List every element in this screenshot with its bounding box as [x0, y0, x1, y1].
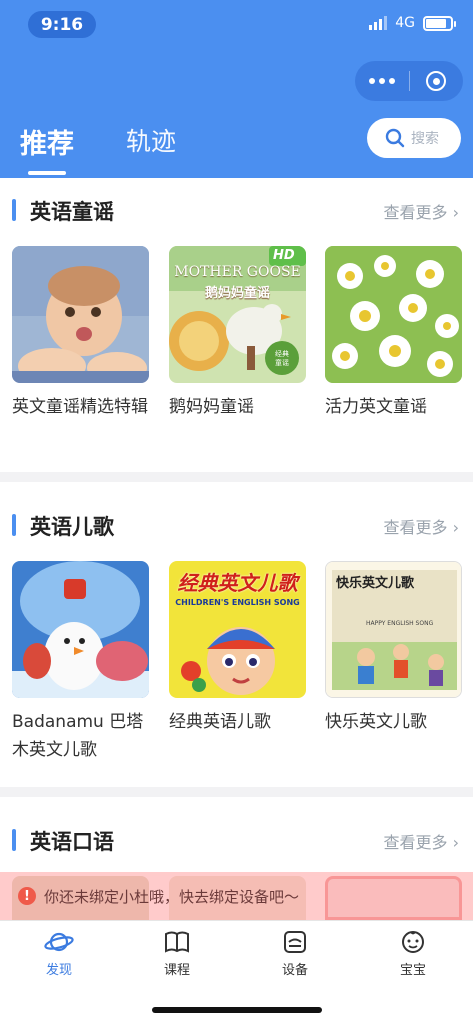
- tab-device[interactable]: 设备: [255, 929, 335, 978]
- album-title: 经典英语儿歌: [169, 712, 271, 732]
- tab-label: 宝宝: [399, 963, 426, 978]
- section-accent-bar: [12, 829, 16, 851]
- bind-device-notice[interactable]: ! 你还未绑定小杜哦，快去绑定设备吧～: [0, 872, 473, 920]
- section-title-nursery-rhymes: 英语童谣: [30, 200, 114, 224]
- signal-icon: [369, 16, 388, 30]
- album-card[interactable]: Badanamu 巴塔木英文儿歌: [12, 561, 149, 764]
- book-icon: [165, 931, 189, 953]
- album-title: 鹅妈妈童谣: [169, 397, 254, 417]
- tab-baby[interactable]: 宝宝: [373, 929, 453, 978]
- album-card[interactable]: 英文童谣精选特辑: [12, 246, 149, 421]
- album-card[interactable]: 经典英文儿歌 CHILDREN'S ENGLISH SONG 经典英语儿歌: [169, 561, 306, 736]
- see-more-label: 查看更多: [383, 833, 448, 852]
- baby-face-icon: [402, 931, 424, 953]
- tab-recommend[interactable]: 推荐: [20, 122, 74, 175]
- section-accent-bar: [12, 514, 16, 536]
- album-card[interactable]: 活力英文童谣: [325, 246, 462, 421]
- hd-badge: HD: [273, 248, 295, 263]
- tab-label: 设备: [281, 963, 308, 978]
- album-cover-baby: [12, 246, 149, 383]
- top-header: 9:16 4G 推荐 轨迹 搜索: [0, 0, 473, 178]
- section-title-spoken-english: 英语口语: [30, 830, 114, 854]
- svg-text:童谣: 童谣: [275, 358, 289, 367]
- status-indicators: 4G: [369, 15, 456, 31]
- more-options-icon[interactable]: [355, 78, 409, 84]
- search-button[interactable]: 搜索: [367, 118, 461, 158]
- svg-text:经典: 经典: [275, 349, 289, 358]
- tab-label: 发现: [45, 963, 72, 978]
- album-cover-classic-songs: 经典英文儿歌 CHILDREN'S ENGLISH SONG: [169, 561, 306, 698]
- warning-icon: !: [18, 887, 36, 905]
- device-icon: [284, 931, 306, 953]
- see-more-spoken-english[interactable]: 查看更多 ›: [383, 829, 459, 853]
- search-placeholder: 搜索: [411, 131, 439, 147]
- chevron-right-icon: ›: [452, 833, 459, 852]
- search-icon: [385, 128, 405, 148]
- cover-subtitle: 鹅妈妈童谣: [204, 286, 270, 301]
- album-cover-mother-goose: 经典 童谣 HD MOTHER GOOSE 鹅妈妈童谣: [169, 246, 306, 383]
- network-label: 4G: [395, 15, 415, 31]
- mini-program-capsule: [355, 61, 463, 101]
- album-title: 活力英文童谣: [325, 397, 427, 417]
- battery-icon: [423, 15, 456, 31]
- cover-title: MOTHER GOOSE: [174, 264, 301, 280]
- chevron-right-icon: ›: [452, 518, 459, 537]
- see-more-nursery-rhymes[interactable]: 查看更多 ›: [383, 199, 459, 223]
- tab-discover[interactable]: 发现: [19, 929, 99, 978]
- section-title-english-songs: 英语儿歌: [30, 515, 114, 539]
- cover-title: 经典英文儿歌: [177, 571, 298, 595]
- album-card[interactable]: 快乐英文儿歌 HAPPY ENGLISH SONG 快乐英文儿歌: [325, 561, 462, 736]
- tab-trace[interactable]: 轨迹: [126, 122, 176, 158]
- album-cover-badanamu: [12, 561, 149, 698]
- home-indicator: [152, 1007, 322, 1013]
- cover-title: 快乐英文儿歌: [336, 576, 415, 591]
- chevron-right-icon: ›: [452, 203, 459, 222]
- cover-subtitle: CHILDREN'S ENGLISH SONG: [175, 598, 300, 607]
- album-title: 快乐英文儿歌: [325, 712, 427, 732]
- close-mini-program-icon[interactable]: [409, 71, 463, 91]
- tab-label: 课程: [163, 963, 190, 978]
- planet-icon: [44, 932, 74, 952]
- album-title: 英文童谣精选特辑: [12, 397, 148, 417]
- section-divider: [0, 787, 473, 797]
- status-time: 9:16: [28, 11, 96, 38]
- see-more-english-songs[interactable]: 查看更多 ›: [383, 514, 459, 538]
- album-card[interactable]: 经典 童谣 HD MOTHER GOOSE 鹅妈妈童谣 鹅妈妈童谣: [169, 246, 306, 421]
- see-more-label: 查看更多: [383, 203, 448, 222]
- section-accent-bar: [12, 199, 16, 221]
- see-more-label: 查看更多: [383, 518, 448, 537]
- section-divider: [0, 472, 473, 482]
- album-title: Badanamu 巴塔木英文儿歌: [12, 712, 144, 760]
- cover-subtitle: HAPPY ENGLISH SONG: [366, 620, 434, 627]
- album-cover-daisies: [325, 246, 462, 383]
- notice-text: 你还未绑定小杜哦，快去绑定设备吧～: [44, 887, 300, 906]
- album-cover-happy-songs: 快乐英文儿歌 HAPPY ENGLISH SONG: [325, 561, 462, 698]
- tab-courses[interactable]: 课程: [137, 929, 217, 978]
